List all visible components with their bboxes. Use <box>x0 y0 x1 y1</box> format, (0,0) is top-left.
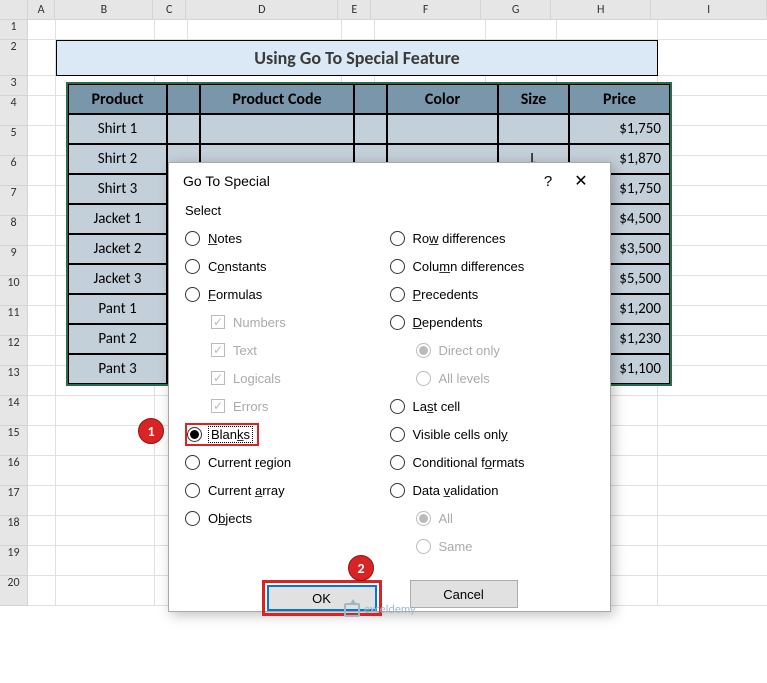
col-header-G[interactable]: G <box>481 0 551 19</box>
row-header-18[interactable]: 18 <box>0 516 28 546</box>
col-header-B[interactable]: B <box>55 0 153 19</box>
option-objects[interactable]: Objects <box>185 504 390 532</box>
row-header-16[interactable]: 16 <box>0 456 28 486</box>
column-headers-row: A B C D E F G H I <box>0 0 767 20</box>
th-product: Product <box>68 84 167 114</box>
option-same: Same <box>390 532 595 560</box>
option-all-levels: All levels <box>390 364 595 392</box>
option-dependents[interactable]: Dependents <box>390 308 595 336</box>
cell-product[interactable]: Pant 3 <box>68 354 167 384</box>
cell-product[interactable]: Pant 1 <box>68 294 167 324</box>
page-title: Using Go To Special Feature <box>56 40 658 76</box>
cell-product[interactable]: Jacket 2 <box>68 234 167 264</box>
option-precedents[interactable]: Precedents <box>390 280 595 308</box>
cell-product[interactable]: Shirt 2 <box>68 144 167 174</box>
dialog-titlebar[interactable]: Go To Special ? ✕ <box>169 163 610 199</box>
row-header-6[interactable]: 6 <box>0 156 28 186</box>
option-last-cell[interactable]: Last cell <box>390 392 595 420</box>
col-header-C[interactable]: C <box>153 0 186 19</box>
cell-product[interactable]: Jacket 1 <box>68 204 167 234</box>
col-header-I[interactable]: I <box>651 0 767 19</box>
option-direct-only: Direct only <box>390 336 595 364</box>
option-constants[interactable]: Constants <box>185 252 390 280</box>
table-row[interactable]: Shirt 1 $1,750 <box>68 114 670 144</box>
select-label: Select <box>185 203 594 218</box>
cell-price[interactable]: $1,750 <box>569 114 670 144</box>
row-header-7[interactable]: 7 <box>0 186 28 216</box>
cell-product[interactable]: Pant 2 <box>68 324 167 354</box>
option-blanks[interactable]: Blanks <box>185 420 390 448</box>
row-header-5[interactable]: 5 <box>0 126 28 156</box>
option-col-diff[interactable]: Column differences <box>390 252 595 280</box>
row-header-20[interactable]: 20 <box>0 576 28 606</box>
dialog-title: Go To Special <box>183 173 534 189</box>
check-text: ✓Text <box>185 336 390 364</box>
row-header-13[interactable]: 13 <box>0 366 28 396</box>
close-button[interactable]: ✕ <box>562 171 600 191</box>
th-blank2 <box>354 84 387 114</box>
cell-size[interactable] <box>498 114 569 144</box>
row-header-19[interactable]: 19 <box>0 546 28 576</box>
help-button[interactable]: ? <box>534 173 562 190</box>
check-logicals: ✓Logicals <box>185 364 390 392</box>
row-header-8[interactable]: 8 <box>0 216 28 246</box>
th-price: Price <box>569 84 670 114</box>
col-header-E[interactable]: E <box>338 0 371 19</box>
check-errors: ✓Errors <box>185 392 390 420</box>
cancel-button[interactable]: Cancel <box>410 580 518 608</box>
th-size: Size <box>498 84 569 114</box>
col-header-A[interactable]: A <box>28 0 56 19</box>
watermark: exceldemy <box>344 603 416 617</box>
option-row-diff[interactable]: Row differences <box>390 224 595 252</box>
cell-product[interactable]: Shirt 3 <box>68 174 167 204</box>
option-visible[interactable]: Visible cells only <box>390 420 595 448</box>
row-header-9[interactable]: 9 <box>0 246 28 276</box>
option-formulas[interactable]: Formulas <box>185 280 390 308</box>
annotation-badge-1: 1 <box>138 418 164 444</box>
cell-blank[interactable] <box>354 114 387 144</box>
option-current-array[interactable]: Current array <box>185 476 390 504</box>
row-header-10[interactable]: 10 <box>0 276 28 306</box>
cell-blank[interactable] <box>167 114 200 144</box>
th-blank1 <box>167 84 200 114</box>
cell-product[interactable]: Jacket 3 <box>68 264 167 294</box>
row-header-1[interactable]: 1 <box>0 20 28 40</box>
go-to-special-dialog: Go To Special ? ✕ Select Notes Constants… <box>168 162 611 612</box>
option-data-validation[interactable]: Data validation <box>390 476 595 504</box>
cell-code[interactable] <box>200 114 354 144</box>
row-header-4[interactable]: 4 <box>0 96 28 126</box>
row-header-2[interactable]: 2 <box>0 40 28 76</box>
th-color: Color <box>387 84 498 114</box>
cell-color[interactable] <box>387 114 498 144</box>
select-all-corner[interactable] <box>0 0 28 19</box>
col-header-D[interactable]: D <box>186 0 338 19</box>
option-cond-formats[interactable]: Conditional formats <box>390 448 595 476</box>
option-all: All <box>390 504 595 532</box>
option-current-region[interactable]: Current region <box>185 448 390 476</box>
check-numbers: ✓Numbers <box>185 308 390 336</box>
row-header-11[interactable]: 11 <box>0 306 28 336</box>
th-code: Product Code <box>200 84 354 114</box>
row-header-17[interactable]: 17 <box>0 486 28 516</box>
row-header-15[interactable]: 15 <box>0 426 28 456</box>
row-headers: 1 2 3 4 5 6 7 8 9 10 11 12 13 14 15 16 1… <box>0 20 28 606</box>
option-notes[interactable]: Notes <box>185 224 390 252</box>
cell-product[interactable]: Shirt 1 <box>68 114 167 144</box>
annotation-badge-2: 2 <box>348 555 374 581</box>
row-header-12[interactable]: 12 <box>0 336 28 366</box>
row-header-14[interactable]: 14 <box>0 396 28 426</box>
col-header-F[interactable]: F <box>371 0 481 19</box>
col-header-H[interactable]: H <box>551 0 651 19</box>
row-header-3[interactable]: 3 <box>0 76 28 96</box>
house-icon <box>344 603 360 617</box>
